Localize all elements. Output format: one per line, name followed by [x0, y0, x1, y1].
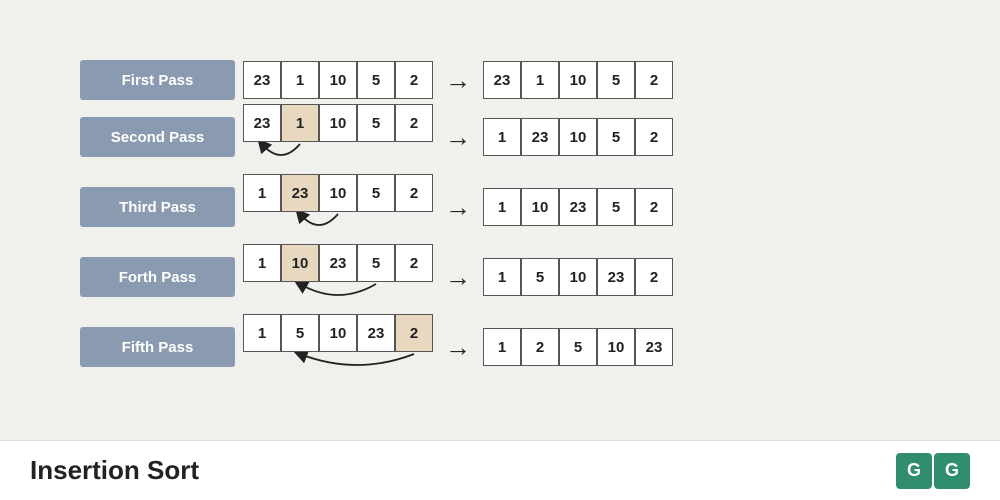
before-cell-first-3: 5 — [357, 61, 395, 99]
after-cell-second-3: 5 — [597, 118, 635, 156]
before-cell-third-1: 23 — [281, 174, 319, 212]
after-array-fifth: 1251023 — [483, 328, 673, 366]
footer-logo: G G — [894, 453, 970, 489]
before-cell-second-3: 5 — [357, 104, 395, 142]
before-cell-third-3: 5 — [357, 174, 395, 212]
after-cell-fifth-3: 10 — [597, 328, 635, 366]
before-cell-fifth-3: 23 — [357, 314, 395, 352]
after-cell-fifth-1: 2 — [521, 328, 559, 366]
before-cell-first-1: 1 — [281, 61, 319, 99]
after-array-first: 2311052 — [483, 61, 673, 99]
after-cell-forth-3: 23 — [597, 258, 635, 296]
before-cell-first-2: 10 — [319, 61, 357, 99]
before-cell-first-0: 23 — [243, 61, 281, 99]
after-cell-fifth-0: 1 — [483, 328, 521, 366]
before-cell-second-2: 10 — [319, 104, 357, 142]
after-cell-second-4: 2 — [635, 118, 673, 156]
pass-label-fifth: Fifth Pass — [80, 327, 235, 367]
after-cell-second-2: 10 — [559, 118, 597, 156]
arrow-svg-fifth — [243, 352, 433, 380]
before-cell-fifth-0: 1 — [243, 314, 281, 352]
after-array-second: 1231052 — [483, 118, 673, 156]
after-cell-third-4: 2 — [635, 188, 673, 226]
before-cell-second-0: 23 — [243, 104, 281, 142]
before-stack-third: 1231052 — [243, 174, 433, 240]
after-cell-third-2: 23 — [559, 188, 597, 226]
before-cell-third-0: 1 — [243, 174, 281, 212]
arrow-svg-forth — [243, 282, 433, 310]
main-content: First Pass2311052→2311052Second Pass2311… — [0, 0, 1000, 440]
pass-label-second: Second Pass — [80, 117, 235, 157]
arrow-right-forth: → — [445, 262, 471, 293]
after-cell-fifth-2: 5 — [559, 328, 597, 366]
before-stack-second: 2311052 — [243, 104, 433, 170]
before-array-first: 2311052 — [243, 61, 433, 99]
after-cell-fifth-4: 23 — [635, 328, 673, 366]
before-cell-forth-3: 5 — [357, 244, 395, 282]
before-cell-forth-1: 10 — [281, 244, 319, 282]
arrow-svg-second — [243, 142, 433, 170]
before-array-forth: 1102352 — [243, 244, 433, 282]
arrow-right-second: → — [445, 122, 471, 153]
before-cell-second-1: 1 — [281, 104, 319, 142]
logo-g2: G — [934, 453, 970, 489]
after-cell-first-2: 10 — [559, 61, 597, 99]
arrow-right-third: → — [445, 192, 471, 223]
after-cell-forth-4: 2 — [635, 258, 673, 296]
after-cell-third-0: 1 — [483, 188, 521, 226]
arrow-svg-third — [243, 212, 433, 240]
before-cell-forth-4: 2 — [395, 244, 433, 282]
before-cell-second-4: 2 — [395, 104, 433, 142]
after-cell-first-3: 5 — [597, 61, 635, 99]
before-cell-third-4: 2 — [395, 174, 433, 212]
after-cell-third-1: 10 — [521, 188, 559, 226]
footer-title: Insertion Sort — [30, 455, 199, 486]
before-array-fifth: 1510232 — [243, 314, 433, 352]
pass-label-third: Third Pass — [80, 187, 235, 227]
after-cell-forth-1: 5 — [521, 258, 559, 296]
pass-first: First Pass2311052→2311052 — [80, 60, 920, 100]
after-cell-second-0: 1 — [483, 118, 521, 156]
after-cell-forth-2: 10 — [559, 258, 597, 296]
after-cell-first-4: 2 — [635, 61, 673, 99]
footer: Insertion Sort G G — [0, 440, 1000, 500]
before-stack-forth: 1102352 — [243, 244, 433, 310]
after-cell-second-1: 23 — [521, 118, 559, 156]
after-cell-third-3: 5 — [597, 188, 635, 226]
arrow-right-fifth: → — [445, 332, 471, 363]
pass-second: Second Pass2311052→1231052 — [80, 104, 920, 170]
after-cell-forth-0: 1 — [483, 258, 521, 296]
before-cell-fifth-1: 5 — [281, 314, 319, 352]
before-cell-fifth-4: 2 — [395, 314, 433, 352]
before-array-second: 2311052 — [243, 104, 433, 142]
logo-g: G — [896, 453, 932, 489]
pass-label-first: First Pass — [80, 60, 235, 100]
pass-label-forth: Forth Pass — [80, 257, 235, 297]
before-array-third: 1231052 — [243, 174, 433, 212]
arrow-right-first: → — [445, 65, 471, 96]
before-stack-fifth: 1510232 — [243, 314, 433, 380]
after-array-forth: 1510232 — [483, 258, 673, 296]
after-array-third: 1102352 — [483, 188, 673, 226]
before-cell-third-2: 10 — [319, 174, 357, 212]
before-cell-first-4: 2 — [395, 61, 433, 99]
before-cell-fifth-2: 10 — [319, 314, 357, 352]
before-cell-forth-0: 1 — [243, 244, 281, 282]
pass-fifth: Fifth Pass1510232→1251023 — [80, 314, 920, 380]
pass-third: Third Pass1231052→1102352 — [80, 174, 920, 240]
pass-forth: Forth Pass1102352→1510232 — [80, 244, 920, 310]
after-cell-first-0: 23 — [483, 61, 521, 99]
before-cell-forth-2: 23 — [319, 244, 357, 282]
after-cell-first-1: 1 — [521, 61, 559, 99]
